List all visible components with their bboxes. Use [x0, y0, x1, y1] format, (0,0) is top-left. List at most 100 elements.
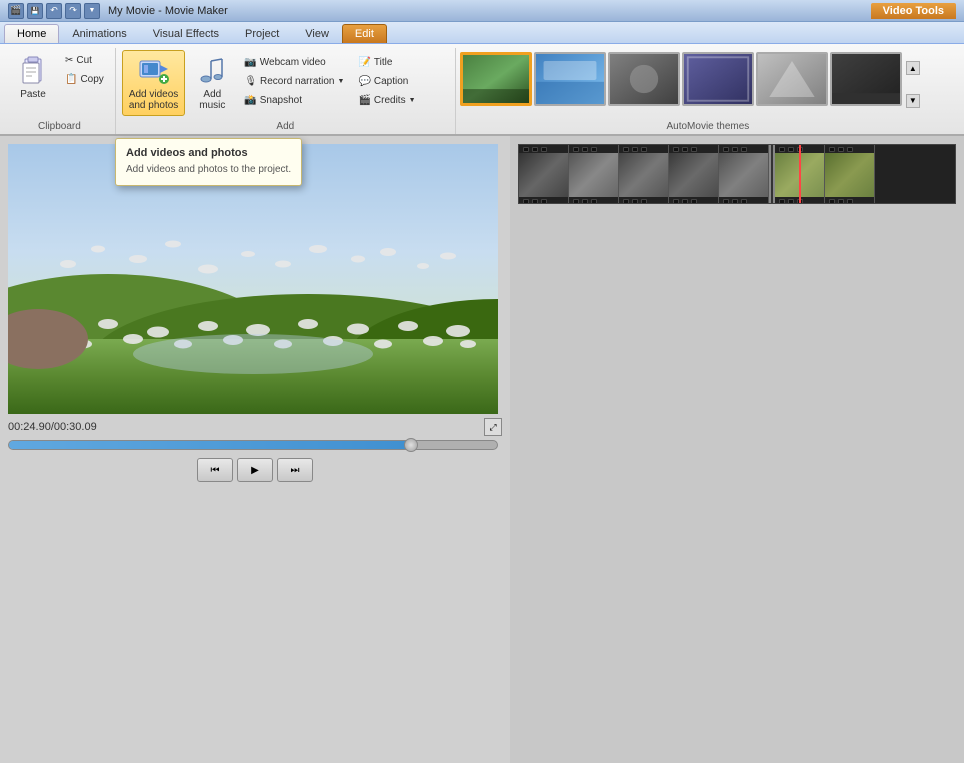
- credits-icon: 🎬: [358, 95, 370, 106]
- scissors-icon: ✂: [65, 55, 73, 66]
- cut-label: Cut: [76, 55, 92, 66]
- main-content: 00:24.90/00:30.09 ⤢ ⏮ ▶ ⏭: [0, 136, 964, 763]
- playback-buttons: ⏮ ▶ ⏭: [8, 458, 502, 482]
- ribbon-tabs: Home Animations Visual Effects Project V…: [0, 22, 964, 44]
- theme-thumb-3[interactable]: [608, 52, 680, 106]
- expand-button[interactable]: ⤢: [484, 418, 502, 436]
- tab-animations[interactable]: Animations: [59, 24, 139, 43]
- theme-img-3: [610, 54, 678, 104]
- automovie-themes: ▲ ▼: [456, 48, 960, 121]
- title-button[interactable]: 📝 Title: [353, 54, 420, 71]
- theme-scroll-up[interactable]: ▲: [906, 61, 920, 75]
- undo-icon[interactable]: ↶: [46, 3, 62, 19]
- tab-edit[interactable]: Edit: [342, 24, 387, 43]
- film-frame-2: [569, 145, 619, 204]
- theme-thumb-2[interactable]: [534, 52, 606, 106]
- forward-icon: ⏭: [291, 465, 300, 476]
- record-narration-button[interactable]: 🎙 Record narration ▼: [239, 73, 349, 90]
- play-button[interactable]: ▶: [237, 458, 273, 482]
- record-icon: 🎙: [244, 76, 257, 87]
- film-frame-1: [519, 145, 569, 204]
- progress-handle[interactable]: [404, 438, 418, 452]
- paste-icon: [17, 55, 49, 87]
- add-music-label: Addmusic: [199, 89, 225, 111]
- clipboard-group-content: Paste ✂ Cut 📋 Copy: [10, 50, 109, 119]
- add-videos-button[interactable]: Add videosand photos: [122, 50, 186, 116]
- title-bar-icons: 🎬 💾 ↶ ↷ ▼: [8, 3, 100, 19]
- automovie-label: AutoMovie themes: [456, 121, 960, 134]
- media-small-col: 📷 Webcam video 🎙 Record narration ▼ 📸 Sn…: [239, 50, 349, 109]
- window-title: My Movie - Movie Maker: [108, 5, 871, 17]
- theme-thumb-1[interactable]: [460, 52, 532, 106]
- tooltip-popup: Add videos and photos Add videos and pho…: [115, 138, 302, 186]
- redo-icon[interactable]: ↷: [65, 3, 81, 19]
- tab-home[interactable]: Home: [4, 24, 59, 43]
- filmstrip-segment-1: [519, 145, 875, 203]
- add-group-content: Add videosand photos Addmusic: [122, 50, 449, 119]
- webcam-button[interactable]: 📷 Webcam video: [239, 54, 349, 71]
- play-icon: ▶: [251, 465, 259, 476]
- clipboard-label: Clipboard: [10, 119, 109, 134]
- theme-thumb-4[interactable]: [682, 52, 754, 106]
- time-display: 00:24.90/00:30.09: [8, 421, 97, 433]
- title-bar: 🎬 💾 ↶ ↷ ▼ My Movie - Movie Maker Video T…: [0, 0, 964, 22]
- automovie-area: ▲ ▼ AutoMovie themes: [456, 48, 960, 134]
- quick-access-icon: 💾: [27, 3, 43, 19]
- credits-button[interactable]: 🎬 Credits ▼: [353, 92, 420, 109]
- theme-scroll-arrows: ▲ ▼: [906, 52, 920, 117]
- tab-visual-effects[interactable]: Visual Effects: [140, 24, 232, 43]
- theme-img-6: [832, 54, 900, 104]
- tab-project[interactable]: Project: [232, 24, 292, 43]
- rewind-button[interactable]: ⏮: [197, 458, 233, 482]
- ribbon: Paste ✂ Cut 📋 Copy Clipboard: [0, 44, 964, 136]
- snapshot-icon: 📸: [244, 95, 256, 106]
- caption-label: Caption: [374, 76, 408, 87]
- webcam-icon: 📷: [244, 57, 256, 68]
- snapshot-label: Snapshot: [260, 95, 302, 106]
- film-frame-5: [719, 145, 769, 204]
- theme-img-4: [684, 54, 752, 104]
- copy-button[interactable]: 📋 Copy: [60, 71, 109, 88]
- progress-fill: [9, 441, 409, 449]
- theme-img-1: [463, 55, 529, 103]
- text-small-col: 📝 Title 💬 Caption 🎬 Credits ▼: [353, 50, 420, 109]
- clipboard-group: Paste ✂ Cut 📋 Copy Clipboard: [4, 48, 116, 134]
- video-tools-badge: Video Tools: [871, 3, 956, 19]
- title-icon: 📝: [358, 57, 370, 68]
- timeline-cursor: [799, 145, 801, 203]
- tooltip-description: Add videos and photos to the project.: [126, 163, 291, 177]
- theme-thumb-5[interactable]: [756, 52, 828, 106]
- credits-dropdown-icon: ▼: [409, 97, 416, 104]
- cut-copy-col: ✂ Cut 📋 Copy: [60, 50, 109, 88]
- caption-button[interactable]: 💬 Caption: [353, 73, 420, 90]
- film-frame-3: [619, 145, 669, 204]
- copy-icon: 📋: [65, 74, 77, 85]
- progress-bar[interactable]: [8, 440, 498, 450]
- preview-panel: 00:24.90/00:30.09 ⤢ ⏮ ▶ ⏭: [0, 136, 510, 763]
- forward-button[interactable]: ⏭: [277, 458, 313, 482]
- film-frame-7: [825, 145, 875, 204]
- cut-button[interactable]: ✂ Cut: [60, 52, 109, 69]
- add-label: Add: [122, 119, 449, 134]
- dropdown-icon[interactable]: ▼: [84, 3, 100, 19]
- tab-view[interactable]: View: [292, 24, 342, 43]
- theme-scroll-down[interactable]: ▼: [906, 94, 920, 108]
- tooltip-title: Add videos and photos: [126, 147, 291, 159]
- record-dropdown-icon: ▼: [338, 78, 345, 85]
- theme-thumb-6[interactable]: [830, 52, 902, 106]
- paste-label: Paste: [20, 89, 46, 100]
- snapshot-button[interactable]: 📸 Snapshot: [239, 92, 349, 109]
- filmstrip[interactable]: [518, 144, 956, 204]
- caption-icon: 💬: [358, 76, 370, 87]
- add-videos-icon: [138, 55, 170, 87]
- paste-button[interactable]: Paste: [10, 50, 56, 105]
- timeline-panel: [510, 136, 964, 763]
- credits-label: Credits: [374, 95, 406, 106]
- title-label: Title: [374, 57, 393, 68]
- record-label: Record narration: [260, 76, 334, 87]
- webcam-label: Webcam video: [260, 57, 326, 68]
- add-music-button[interactable]: Addmusic: [189, 50, 235, 116]
- app-icon: 🎬: [8, 3, 24, 19]
- copy-label: Copy: [80, 74, 103, 85]
- film-frame-4: [669, 145, 719, 204]
